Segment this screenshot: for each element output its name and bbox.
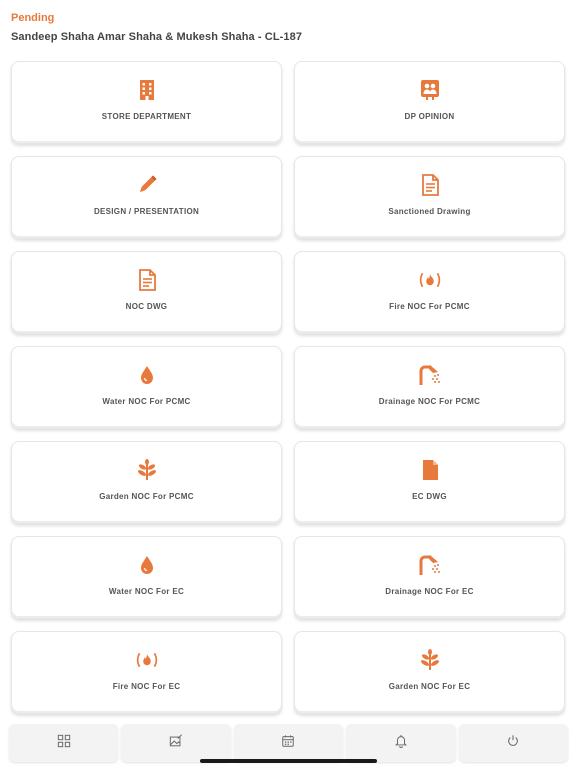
card-drainage-noc-pcmc[interactable]: Drainage NOC For PCMC: [294, 346, 565, 429]
home-indicator: [200, 759, 377, 763]
bottom-tab-bar: [9, 724, 568, 762]
card-label: NOC DWG: [125, 302, 168, 311]
tab-logout[interactable]: [458, 724, 568, 762]
card-fire-noc-ec[interactable]: Fire NOC For EC: [11, 631, 282, 714]
image-edit-icon: [169, 733, 183, 753]
fire-icon: [418, 268, 442, 292]
card-sanctioned-drawing[interactable]: Sanctioned Drawing: [294, 156, 565, 239]
card-water-noc-ec[interactable]: Water NOC For EC: [11, 536, 282, 619]
grid-icon: [57, 734, 71, 753]
card-label: Fire NOC For PCMC: [389, 302, 470, 311]
status-label: Pending: [11, 12, 55, 24]
plant-icon: [418, 648, 442, 672]
tab-gallery[interactable]: [121, 724, 231, 762]
card-label: Drainage NOC For EC: [385, 587, 474, 596]
water-drop-icon: [135, 553, 159, 577]
card-design-presentation[interactable]: DESIGN / PRESENTATION: [11, 156, 282, 239]
card-label: Garden NOC For EC: [388, 682, 471, 691]
document-icon: [135, 268, 159, 292]
card-label: DESIGN / PRESENTATION: [93, 207, 200, 216]
card-store-department[interactable]: STORE DEPARTMENT: [11, 61, 282, 144]
card-dp-opinion[interactable]: DP OPINION: [294, 61, 565, 144]
card-label: STORE DEPARTMENT: [101, 112, 192, 121]
department-grid: STORE DEPARTMENT DP OPINION DESIGN / PRE…: [11, 61, 565, 714]
card-label: DP OPINION: [404, 112, 455, 121]
card-label: EC DWG: [412, 492, 447, 501]
card-garden-noc-pcmc[interactable]: Garden NOC For PCMC: [11, 441, 282, 524]
card-label: Sanctioned Drawing: [388, 207, 471, 216]
card-drainage-noc-ec[interactable]: Drainage NOC For EC: [294, 536, 565, 619]
card-garden-noc-ec[interactable]: Garden NOC For EC: [294, 631, 565, 714]
tab-calendar[interactable]: [233, 724, 344, 762]
people-board-icon: [418, 78, 442, 102]
card-label: Drainage NOC For PCMC: [378, 397, 481, 406]
card-noc-dwg[interactable]: NOC DWG: [11, 251, 282, 334]
shower-icon: [418, 553, 442, 577]
card-ec-dwg[interactable]: EC DWG: [294, 441, 565, 524]
plant-icon: [135, 458, 159, 482]
card-label: Water NOC For PCMC: [102, 397, 191, 406]
card-fire-noc-pcmc[interactable]: Fire NOC For PCMC: [294, 251, 565, 334]
tab-dashboard[interactable]: [9, 724, 119, 762]
card-label: Water NOC For EC: [108, 587, 185, 596]
project-title: Sandeep Shaha Amar Shaha & Mukesh Shaha …: [11, 31, 303, 43]
building-icon: [135, 78, 159, 102]
file-icon: [418, 458, 442, 482]
card-label: Fire NOC For EC: [112, 682, 181, 691]
bell-icon: [394, 734, 408, 753]
card-water-noc-pcmc[interactable]: Water NOC For PCMC: [11, 346, 282, 429]
shower-icon: [418, 363, 442, 387]
pencil-icon: [135, 173, 159, 197]
calendar-icon: [281, 734, 295, 753]
document-icon: [418, 173, 442, 197]
card-label: Garden NOC For PCMC: [99, 492, 194, 501]
water-drop-icon: [135, 363, 159, 387]
fire-icon: [135, 648, 159, 672]
tab-notifications[interactable]: [346, 724, 456, 762]
power-icon: [506, 734, 520, 753]
